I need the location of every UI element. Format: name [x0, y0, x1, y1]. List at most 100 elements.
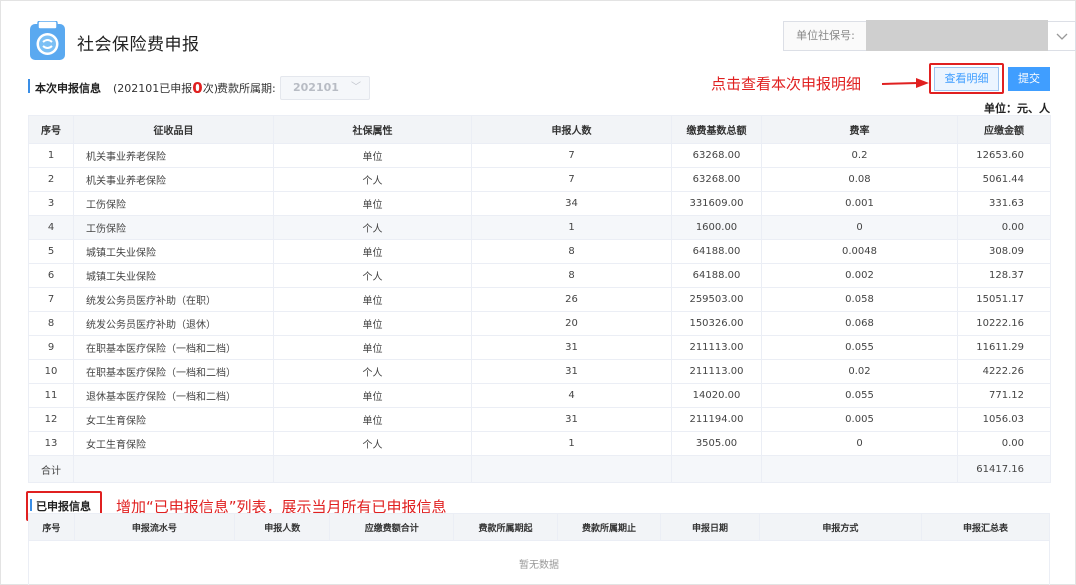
cell-headcount: 20 — [471, 311, 672, 336]
col-header: 申报人数 — [471, 115, 672, 144]
cell-amount: 10222.16 — [957, 311, 1051, 336]
empty-text: 暂无数据 — [28, 540, 1050, 585]
cell-attribute: 个人 — [273, 431, 472, 456]
cell-headcount: 8 — [471, 263, 672, 288]
col-header: 申报人数 — [233, 513, 331, 541]
cell-amount: 5061.44 — [957, 167, 1051, 192]
cell-amount: 4222.26 — [957, 359, 1051, 384]
cell-base-total: 63268.00 — [671, 143, 762, 168]
cell-base-total: 211194.00 — [671, 407, 762, 432]
cell-headcount: 8 — [471, 239, 672, 264]
section-accent-bar — [30, 499, 32, 511]
cell-rate: 0.001 — [761, 191, 958, 216]
period-label: 费款所属期: — [217, 82, 276, 95]
cell-amount: 12653.60 — [957, 143, 1051, 168]
cell-attribute: 单位 — [273, 239, 472, 264]
declared-count: 0 — [192, 79, 203, 97]
declaration-table: 序号 征收品目 社保属性 申报人数 缴费基数总额 费率 应缴金额 1 机关事业养老… — [28, 115, 1051, 483]
arrow-right-icon — [881, 78, 929, 88]
cell-base-total: 64188.00 — [671, 239, 762, 264]
cell-item: 统发公务员医疗补助（在职） — [73, 287, 274, 312]
cell-rate: 0 — [761, 431, 958, 456]
cell-index: 1 — [28, 143, 74, 168]
cell-item: 在职基本医疗保险（一档和二档） — [73, 335, 274, 360]
cell-amount: 15051.17 — [957, 287, 1051, 312]
table-row: 11 退休基本医疗保险（一档和二档） 单位 4 14020.00 0.055 771.12 — [28, 383, 1051, 408]
cell-headcount: 7 — [471, 143, 672, 168]
total-empty-cell — [471, 455, 672, 483]
section-accent-bar — [28, 79, 30, 93]
cell-amount: 1056.03 — [957, 407, 1051, 432]
history-section-title: 已申报信息 — [36, 500, 91, 513]
cell-attribute: 单位 — [273, 143, 472, 168]
total-empty-cell — [73, 455, 274, 483]
cell-rate: 0.055 — [761, 335, 958, 360]
cell-item: 城镇工失业保险 — [73, 263, 274, 288]
col-header: 费款所属期止 — [556, 513, 662, 541]
status-suffix: 次) — [202, 82, 219, 95]
cell-item: 工伤保险 — [73, 191, 274, 216]
cell-index: 10 — [28, 359, 74, 384]
unit-social-number-input[interactable] — [866, 20, 1048, 51]
cell-index: 13 — [28, 431, 74, 456]
chevron-down-icon — [1056, 33, 1068, 40]
table-row: 10 在职基本医疗保险（一档和二档） 个人 31 211113.00 0.02 4222.2… — [28, 359, 1051, 384]
total-empty-cell — [761, 455, 958, 483]
cell-rate: 0.058 — [761, 287, 958, 312]
cell-index: 2 — [28, 167, 74, 192]
col-header: 申报日期 — [660, 513, 760, 541]
cell-rate: 0.005 — [761, 407, 958, 432]
cell-headcount: 1 — [471, 215, 672, 240]
unit-social-number-dropdown[interactable] — [1048, 21, 1076, 51]
unit-social-number-label: 单位社保号: — [783, 21, 867, 51]
col-header: 社保属性 — [273, 115, 472, 144]
table-row: 12 女工生育保险 单位 31 211194.00 0.005 1056.03 — [28, 407, 1051, 432]
cell-attribute: 单位 — [273, 287, 472, 312]
total-empty-cell — [671, 455, 762, 483]
submit-button[interactable]: 提交 — [1008, 67, 1050, 91]
empty-row: 暂无数据 — [28, 540, 1050, 585]
cell-index: 4 — [28, 215, 74, 240]
cell-item: 退休基本医疗保险（一档和二档） — [73, 383, 274, 408]
cell-base-total: 259503.00 — [671, 287, 762, 312]
cell-base-total: 14020.00 — [671, 383, 762, 408]
cell-index: 6 — [28, 263, 74, 288]
page-title: 社会保险费申报 — [77, 35, 200, 55]
table-row: 13 女工生育保险 个人 1 3505.00 0 0.00 — [28, 431, 1051, 456]
cell-headcount: 7 — [471, 167, 672, 192]
cell-amount: 0.00 — [957, 215, 1051, 240]
cell-headcount: 31 — [471, 335, 672, 360]
table-header-row: 序号 征收品目 社保属性 申报人数 缴费基数总额 费率 应缴金额 — [28, 115, 1051, 144]
cell-base-total: 150326.00 — [671, 311, 762, 336]
cell-attribute: 单位 — [273, 335, 472, 360]
view-detail-button[interactable]: 查看明细 — [934, 67, 999, 91]
col-header: 申报汇总表 — [921, 513, 1050, 541]
cell-attribute: 单位 — [273, 383, 472, 408]
col-header: 缴费基数总额 — [671, 115, 762, 144]
cell-index: 8 — [28, 311, 74, 336]
cell-item: 机关事业养老保险 — [73, 167, 274, 192]
cell-rate: 0.068 — [761, 311, 958, 336]
cell-rate: 0.055 — [761, 383, 958, 408]
table-row: 7 统发公务员医疗补助（在职） 单位 26 259503.00 0.058 15051.17 — [28, 287, 1051, 312]
cell-amount: 0.00 — [957, 431, 1051, 456]
cell-attribute: 个人 — [273, 167, 472, 192]
cell-index: 7 — [28, 287, 74, 312]
table-row: 2 机关事业养老保险 个人 7 63268.00 0.08 5061.44 — [28, 167, 1051, 192]
col-header: 序号 — [28, 513, 75, 541]
total-label: 合计 — [28, 455, 74, 483]
table-row: 1 机关事业养老保险 单位 7 63268.00 0.2 12653.60 — [28, 143, 1051, 168]
cell-item: 在职基本医疗保险（一档和二档） — [73, 359, 274, 384]
cell-headcount: 4 — [471, 383, 672, 408]
period-select[interactable]: 202101 ﹀ — [280, 76, 370, 100]
col-header: 应缴费额合计 — [329, 513, 455, 541]
cell-item: 工伤保险 — [73, 215, 274, 240]
col-header: 费率 — [761, 115, 958, 144]
col-header: 费款所属期起 — [453, 513, 558, 541]
table-header-row: 序号 申报流水号 申报人数 应缴费额合计 费款所属期起 费款所属期止 申报日期 … — [28, 513, 1050, 541]
cell-headcount: 34 — [471, 191, 672, 216]
total-row: 合计 61417.16 — [28, 455, 1051, 483]
col-header: 征收品目 — [73, 115, 274, 144]
cell-attribute: 单位 — [273, 191, 472, 216]
col-header: 申报流水号 — [73, 513, 236, 541]
